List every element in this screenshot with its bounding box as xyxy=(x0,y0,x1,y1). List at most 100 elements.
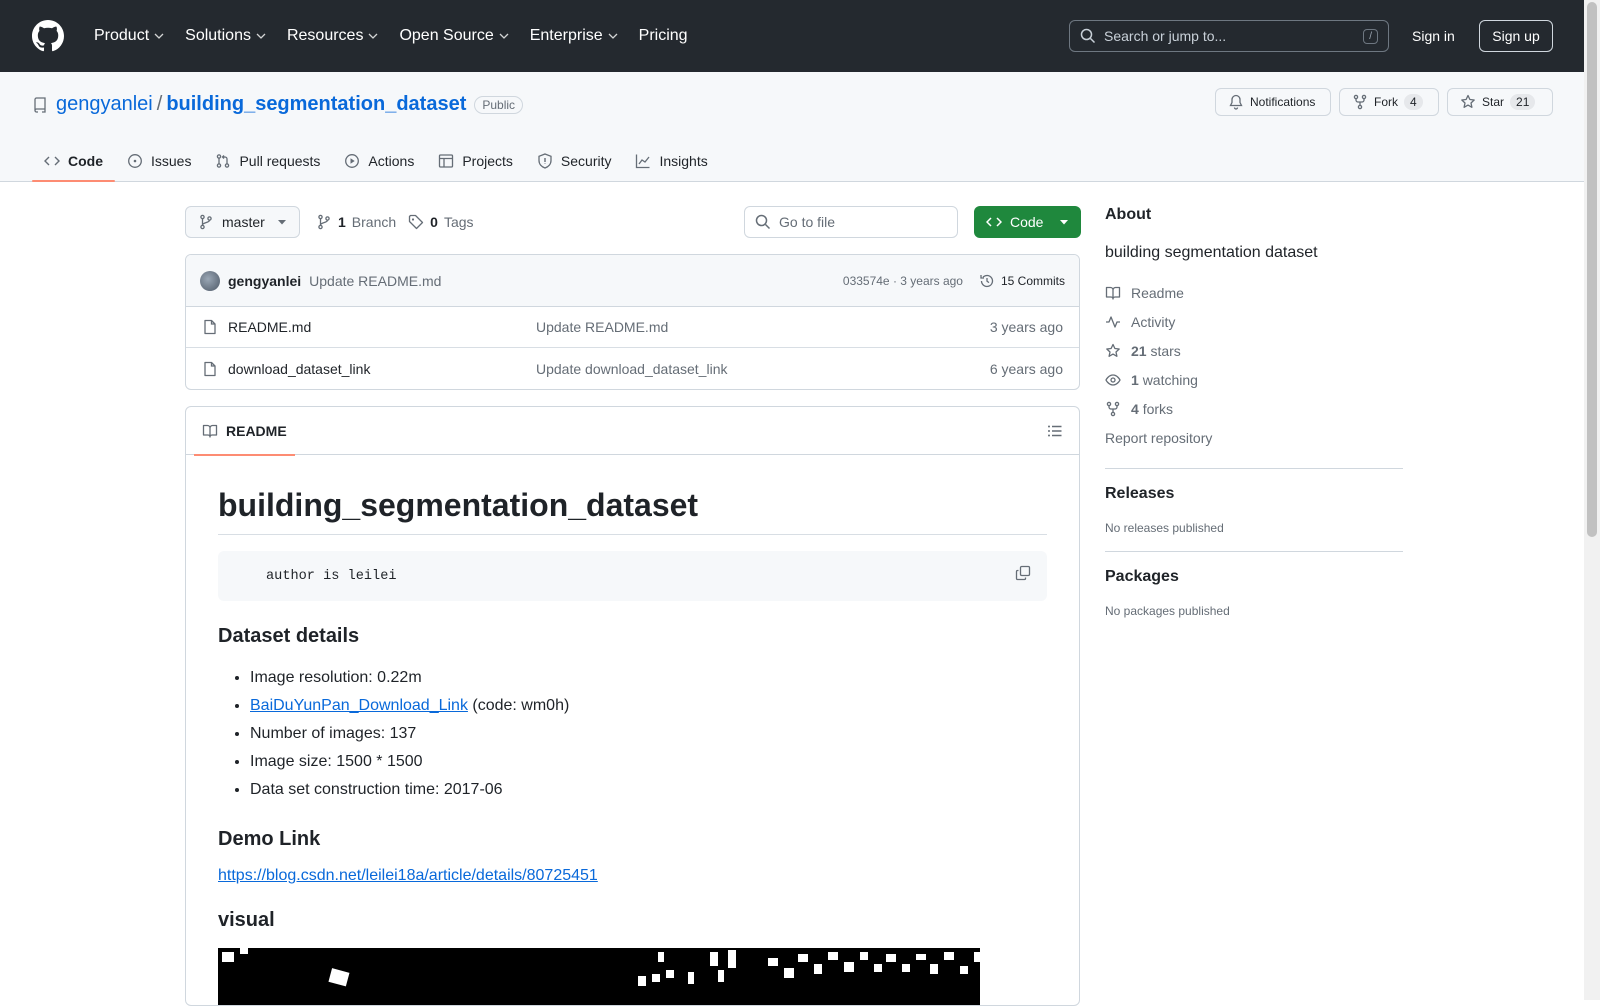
branches-link[interactable]: 1 Branch xyxy=(316,214,396,230)
building-mask-shapes xyxy=(222,948,980,987)
nav-solutions[interactable]: Solutions xyxy=(177,21,275,51)
watching-label: watching xyxy=(1142,371,1198,388)
sign-up-button[interactable]: Sign up xyxy=(1479,20,1553,52)
commits-link[interactable]: 15 Commits xyxy=(979,273,1065,289)
watching-link[interactable]: 1 watching xyxy=(1105,365,1403,394)
nav-open-source[interactable]: Open Source xyxy=(391,21,517,51)
commit-hash-time[interactable]: 033574e · 3 years ago xyxy=(843,274,963,288)
repo-header: gengyanlei / building_segmentation_datas… xyxy=(0,72,1584,182)
table-row: download_dataset_link Update download_da… xyxy=(186,348,1079,389)
tag-icon xyxy=(409,214,424,230)
readme-tab[interactable]: README xyxy=(194,407,295,456)
pulse-icon xyxy=(1106,315,1120,328)
tab-code-label: Code xyxy=(68,153,103,169)
report-repository-link[interactable]: Report repository xyxy=(1105,423,1403,452)
readme-content: building_segmentation_dataset author is … xyxy=(186,455,1079,1005)
repo-description: building segmentation dataset xyxy=(1105,244,1318,261)
table-icon xyxy=(439,154,454,168)
releases-heading[interactable]: Releases xyxy=(1105,485,1403,503)
list-item: Number of images: 137 xyxy=(250,720,1047,748)
visual-heading: visual xyxy=(218,909,275,931)
file-icon xyxy=(204,361,216,376)
tab-insights[interactable]: Insights xyxy=(623,140,719,182)
divider xyxy=(1105,468,1403,469)
repo-owner-link[interactable]: gengyanlei xyxy=(56,93,153,116)
commits-count: 15 Commits xyxy=(1000,273,1065,288)
readme-panel: README building_segmentation_dataset aut… xyxy=(185,406,1080,1006)
fork-icon xyxy=(1353,94,1367,110)
outline-list-icon[interactable] xyxy=(1047,423,1063,439)
chevron-down-icon xyxy=(499,33,509,39)
fork-button[interactable]: Fork 4 xyxy=(1339,88,1439,116)
tab-security-label: Security xyxy=(560,153,612,169)
file-commit-message[interactable]: Update README.md xyxy=(536,319,990,335)
demo-link[interactable]: https://blog.csdn.net/leilei18a/article/… xyxy=(218,867,598,884)
repo-tabs: Code Issues Pull requests Actions Projec… xyxy=(32,140,720,182)
tab-security[interactable]: Security xyxy=(525,140,624,182)
download-link[interactable]: BaiDuYunPan_Download_Link xyxy=(250,697,468,714)
stars-link[interactable]: 21 stars xyxy=(1105,336,1403,365)
readme-link-label: Readme xyxy=(1131,284,1184,301)
search-placeholder: Search or jump to... xyxy=(1104,28,1227,44)
packages-heading[interactable]: Packages xyxy=(1105,568,1403,586)
segmentation-mask-image xyxy=(218,948,980,1005)
eye-icon xyxy=(1105,373,1121,386)
file-commit-time: 6 years ago xyxy=(989,360,1063,377)
tab-actions[interactable]: Actions xyxy=(332,140,426,182)
tab-issues[interactable]: Issues xyxy=(115,140,203,182)
repo-name-link[interactable]: building_segmentation_dataset xyxy=(166,93,466,116)
star-button[interactable]: Star 21 xyxy=(1447,88,1553,116)
file-toolbar: master 1 Branch 0 Tags Go to file Code xyxy=(185,206,1081,238)
sign-in-link[interactable]: Sign in xyxy=(1404,22,1463,50)
code-dropdown-button[interactable]: Code xyxy=(974,206,1081,238)
readme-header: README xyxy=(186,407,1079,456)
history-icon xyxy=(980,274,994,287)
tab-projects-label: Projects xyxy=(462,153,513,169)
chevron-down-icon xyxy=(608,33,618,39)
commit-author[interactable]: gengyanlei xyxy=(228,273,301,289)
forks-link[interactable]: 4 forks xyxy=(1105,394,1403,423)
github-logo-icon[interactable] xyxy=(32,20,64,52)
branch-select[interactable]: master xyxy=(185,206,300,238)
table-row: README.md Update README.md 3 years ago xyxy=(186,307,1079,348)
avatar[interactable] xyxy=(200,270,220,291)
chevron-down-icon xyxy=(154,33,164,39)
list-item: BaiDuYunPan_Download_Link (code: wm0h) xyxy=(250,692,1047,720)
file-icon xyxy=(204,319,216,335)
activity-link[interactable]: Activity xyxy=(1105,307,1403,336)
search-icon xyxy=(755,214,771,230)
tab-insights-label: Insights xyxy=(659,153,708,169)
forks-count: 4 xyxy=(1131,400,1139,417)
notifications-button[interactable]: Notifications xyxy=(1215,88,1331,116)
chevron-down-icon xyxy=(256,33,266,39)
branch-icon xyxy=(200,214,212,230)
nav-enterprise[interactable]: Enterprise xyxy=(522,21,627,51)
nav-resources[interactable]: Resources xyxy=(279,21,387,51)
pull-request-icon xyxy=(217,154,230,168)
dataset-details-list: Image resolution: 0.22m BaiDuYunPan_Down… xyxy=(218,664,1047,804)
commit-message[interactable]: Update README.md xyxy=(309,273,441,289)
search-input[interactable]: Search or jump to... / xyxy=(1069,20,1389,52)
file-browser: gengyanlei Update README.md 033574e · 3 … xyxy=(185,254,1080,390)
file-name-link[interactable]: README.md xyxy=(202,319,536,335)
file-name-link[interactable]: download_dataset_link xyxy=(202,361,536,377)
readme-tab-label: README xyxy=(226,422,287,439)
tab-projects[interactable]: Projects xyxy=(426,140,525,182)
nav-pricing[interactable]: Pricing xyxy=(631,21,696,51)
tab-pull-requests[interactable]: Pull requests xyxy=(203,140,332,182)
copy-icon[interactable] xyxy=(1015,565,1031,581)
page-scrollbar[interactable] xyxy=(1584,0,1600,1000)
go-to-file-input[interactable]: Go to file xyxy=(744,206,958,238)
divider xyxy=(1105,551,1403,552)
nav-product[interactable]: Product xyxy=(86,21,173,51)
activity-link-label: Activity xyxy=(1131,313,1176,330)
star-count: 21 xyxy=(1510,94,1536,110)
readme-link[interactable]: Readme xyxy=(1105,278,1403,307)
chevron-down-icon xyxy=(368,33,378,39)
scrollbar-thumb[interactable] xyxy=(1587,2,1597,537)
tags-link[interactable]: 0 Tags xyxy=(408,214,474,230)
tab-code[interactable]: Code xyxy=(32,140,115,182)
file-commit-message[interactable]: Update download_dataset_link xyxy=(536,361,990,377)
repo-path-separator: / xyxy=(156,93,163,115)
star-label: Star xyxy=(1482,95,1505,109)
